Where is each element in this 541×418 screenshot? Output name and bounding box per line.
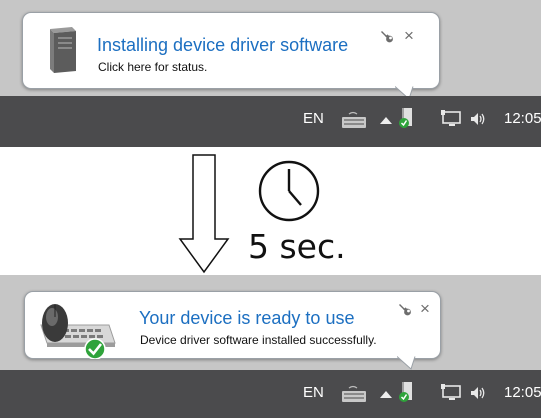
server-tower-icon bbox=[50, 27, 76, 73]
notification-balloon[interactable]: Installing device driver software Click … bbox=[22, 12, 440, 89]
volume-icon[interactable] bbox=[470, 386, 488, 400]
keyboard-icon[interactable] bbox=[341, 385, 367, 403]
taskbar-clock[interactable]: 12:05 bbox=[504, 384, 541, 401]
device-tray-icon[interactable] bbox=[398, 106, 414, 130]
volume-icon[interactable] bbox=[470, 112, 488, 126]
taskbar-clock[interactable]: 12:05 bbox=[504, 110, 541, 127]
notification-balloon[interactable]: Your device is ready to use Device drive… bbox=[24, 291, 441, 359]
balloon-subtitle: Device driver software installed success… bbox=[140, 333, 377, 347]
wrench-icon[interactable] bbox=[397, 302, 413, 318]
keyboard-icon[interactable] bbox=[341, 111, 367, 129]
after-panel: Your device is ready to use Device drive… bbox=[0, 275, 541, 418]
balloon-title: Your device is ready to use bbox=[139, 308, 355, 328]
show-hidden-icons-arrow[interactable] bbox=[379, 389, 393, 399]
language-indicator[interactable]: EN bbox=[303, 384, 324, 401]
delay-label: 5 sec. bbox=[248, 227, 346, 266]
transition-area: 5 sec. bbox=[0, 147, 541, 275]
close-icon[interactable]: × bbox=[420, 300, 430, 317]
network-monitor-icon[interactable] bbox=[440, 383, 462, 401]
close-icon[interactable]: × bbox=[404, 27, 414, 44]
balloon-tail bbox=[397, 356, 416, 370]
balloon-title: Installing device driver software bbox=[97, 35, 349, 55]
network-monitor-icon[interactable] bbox=[440, 109, 462, 127]
balloon-subtitle: Click here for status. bbox=[98, 60, 208, 74]
before-panel: Installing device driver software Click … bbox=[0, 0, 541, 147]
clock-icon bbox=[258, 160, 320, 222]
taskbar: EN 12:05 bbox=[0, 96, 541, 147]
mouse-keyboard-check-icon bbox=[40, 304, 116, 359]
device-tray-icon[interactable] bbox=[398, 380, 414, 404]
taskbar: EN 12:05 bbox=[0, 370, 541, 418]
wrench-icon[interactable] bbox=[379, 29, 395, 45]
down-arrow-icon bbox=[178, 154, 230, 274]
show-hidden-icons-arrow[interactable] bbox=[379, 115, 393, 125]
language-indicator[interactable]: EN bbox=[303, 110, 324, 127]
